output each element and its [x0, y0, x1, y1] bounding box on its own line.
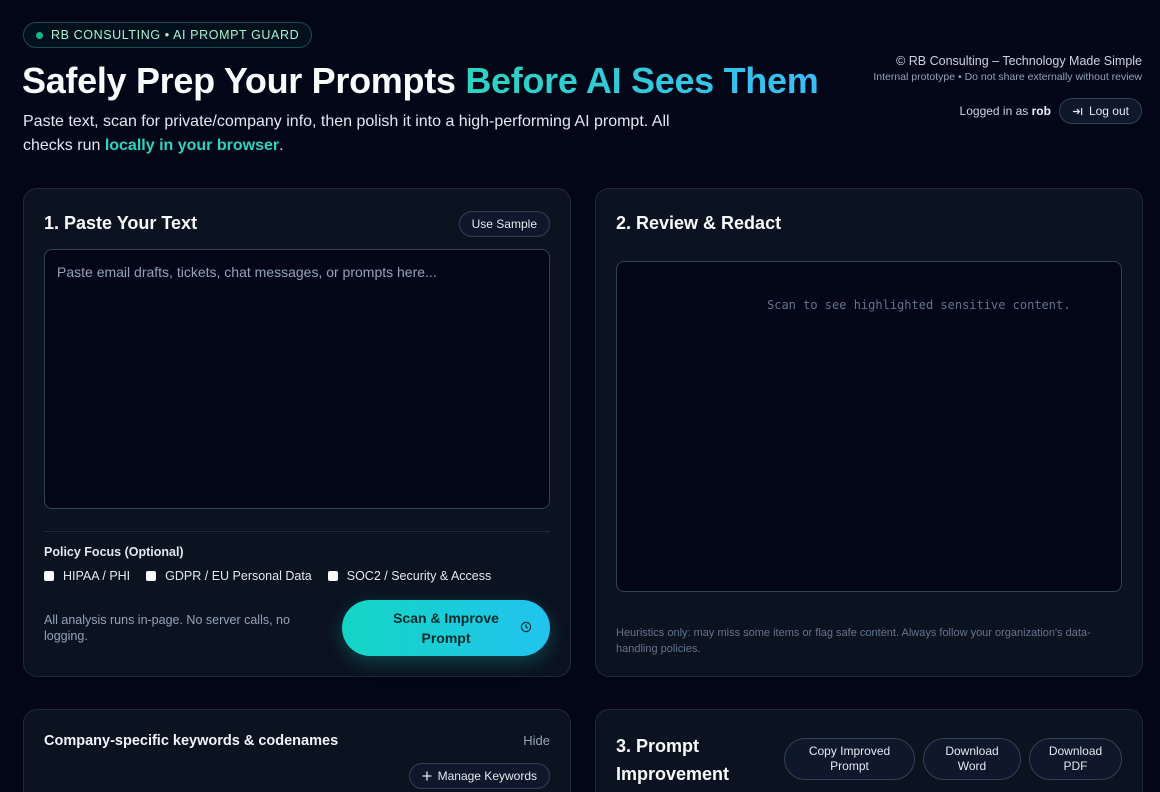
- policy-hipaa[interactable]: HIPAA / PHI: [44, 569, 130, 583]
- login-status: Logged in as rob Log out: [960, 98, 1142, 124]
- policy-gdpr[interactable]: GDPR / EU Personal Data: [146, 569, 312, 583]
- keywords-panel: Company-specific keywords & codenames Hi…: [23, 709, 571, 792]
- improvement-panel-title: 3. Prompt Improvement: [616, 736, 730, 784]
- status-dot: [36, 31, 43, 39]
- download-word-button[interactable]: Download Word: [923, 738, 1021, 780]
- policy-options: HIPAA / PHI GDPR / EU Personal Data SOC2…: [44, 569, 491, 583]
- keywords-title: Company-specific keywords & codenames: [44, 733, 339, 749]
- policy-label-gdpr: GDPR / EU Personal Data: [165, 569, 312, 583]
- soc2-checkbox[interactable]: [327, 571, 338, 581]
- policy-soc2[interactable]: SOC2 / Security & Access: [327, 569, 492, 583]
- local-analysis-note: All analysis runs in-page. No server cal…: [44, 613, 290, 643]
- review-output: Scan to see highlighted sensitive conten…: [616, 261, 1122, 592]
- policy-label-soc2: SOC2 / Security & Access: [346, 569, 492, 583]
- prototype-note: Internal prototype • Do not share extern…: [873, 71, 1142, 83]
- heuristics-note: Heuristics only: may miss some items or …: [616, 627, 1091, 655]
- paste-panel-title: 1. Paste Your Text: [44, 213, 198, 233]
- review-empty-text: Scan to see highlighted sensitive conten…: [767, 298, 1071, 312]
- paste-panel: 1. Paste Your Text Use Sample Policy Foc…: [23, 188, 571, 677]
- username: rob: [1031, 104, 1051, 118]
- logged-in-text: Logged in as rob: [960, 104, 1051, 118]
- manage-keywords-button[interactable]: Manage Keywords: [408, 763, 550, 789]
- logout-label: Log out: [1088, 103, 1129, 118]
- download-pdf-button[interactable]: Download PDF: [1029, 738, 1122, 780]
- copy-improved-button[interactable]: Copy Improved Prompt: [784, 738, 915, 780]
- logout-button[interactable]: Log out: [1058, 98, 1142, 124]
- prompt-improvement-panel: 3. Prompt Improvement Copy Improved Prom…: [595, 709, 1143, 792]
- app-badge: RB CONSULTING • AI PROMPT GUARD: [23, 22, 313, 48]
- use-sample-button[interactable]: Use Sample: [458, 211, 550, 237]
- policy-focus-label: Policy Focus (Optional): [44, 545, 184, 559]
- subtitle-end: .: [279, 137, 284, 154]
- improvement-actions: Copy Improved Prompt Download Word Downl…: [784, 738, 1122, 780]
- badge-label: RB CONSULTING • AI PROMPT GUARD: [51, 28, 300, 42]
- logged-in-prefix: Logged in as: [959, 104, 1032, 118]
- scan-improve-button[interactable]: Scan & Improve Prompt: [342, 600, 550, 656]
- logout-icon: [1072, 107, 1083, 115]
- scan-button-label: Scan & Improve Prompt: [393, 610, 499, 646]
- copyright-text: © RB Consulting – Technology Made Simple: [896, 54, 1142, 68]
- gdpr-checkbox[interactable]: [146, 571, 157, 581]
- review-panel-title: 2. Review & Redact: [616, 213, 782, 233]
- policy-label-hipaa: HIPAA / PHI: [63, 569, 131, 583]
- hipaa-checkbox[interactable]: [44, 571, 54, 581]
- page-subtitle: Paste text, scan for private/company inf…: [23, 110, 713, 158]
- header-meta: © RB Consulting – Technology Made Simple…: [873, 54, 1142, 83]
- page-title: Safely Prep Your Prompts Before AI Sees …: [22, 60, 819, 102]
- manage-keywords-label: Manage Keywords: [437, 768, 537, 783]
- hide-keywords-link[interactable]: Hide: [523, 733, 550, 748]
- divider: [44, 531, 550, 532]
- review-panel: 2. Review & Redact Scan to see highlight…: [595, 188, 1143, 677]
- plus-icon: [422, 771, 432, 781]
- page-title-accent: Before AI Sees Them: [465, 60, 819, 101]
- page-title-main: Safely Prep Your Prompts: [22, 60, 466, 101]
- subtitle-highlight: locally in your browser: [104, 137, 280, 154]
- paste-text-input[interactable]: [44, 249, 550, 509]
- clock-icon: [520, 621, 532, 633]
